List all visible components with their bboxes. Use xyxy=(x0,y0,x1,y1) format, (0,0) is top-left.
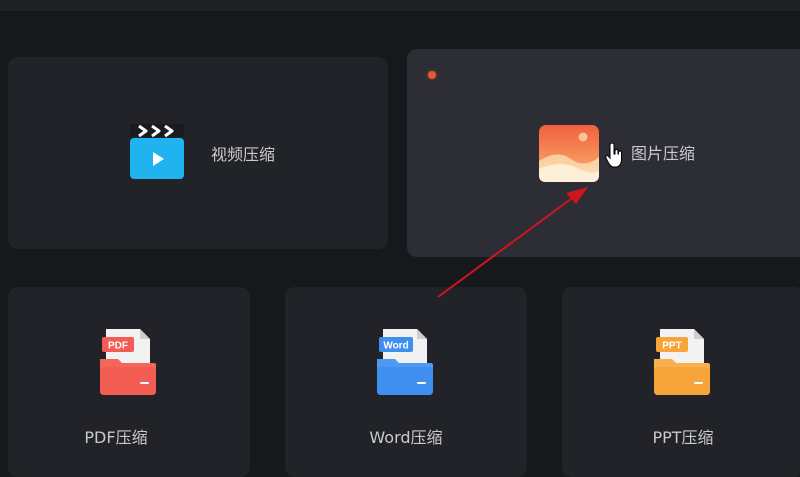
pdf-badge: PDF xyxy=(108,341,128,352)
word-folder-icon: Word xyxy=(377,329,433,395)
top-bar xyxy=(0,0,800,11)
image-landscape-icon xyxy=(539,125,599,182)
ppt-compress-card[interactable]: PPT PPT压缩 xyxy=(562,287,800,477)
video-compress-label: 视频压缩 xyxy=(211,145,276,164)
ppt-badge: PPT xyxy=(662,341,681,352)
image-compress-card[interactable]: 图片压缩 xyxy=(407,49,800,257)
pdf-folder-icon: PDF xyxy=(100,329,156,395)
video-compress-card[interactable]: 视频压缩 xyxy=(8,57,388,249)
word-compress-card[interactable]: Word Word压缩 xyxy=(285,287,527,477)
image-compress-label: 图片压缩 xyxy=(631,144,696,163)
word-badge: Word xyxy=(383,341,408,352)
hand-cursor-icon xyxy=(605,143,622,168)
word-compress-label: Word压缩 xyxy=(369,428,443,447)
ppt-folder-icon: PPT xyxy=(654,329,710,395)
pdf-compress-label: PDF压缩 xyxy=(84,428,148,447)
video-clapper-icon xyxy=(130,124,184,179)
pdf-compress-card[interactable]: PDF PDF压缩 xyxy=(8,287,250,477)
ppt-compress-label: PPT压缩 xyxy=(652,428,714,447)
notification-dot xyxy=(428,71,436,79)
